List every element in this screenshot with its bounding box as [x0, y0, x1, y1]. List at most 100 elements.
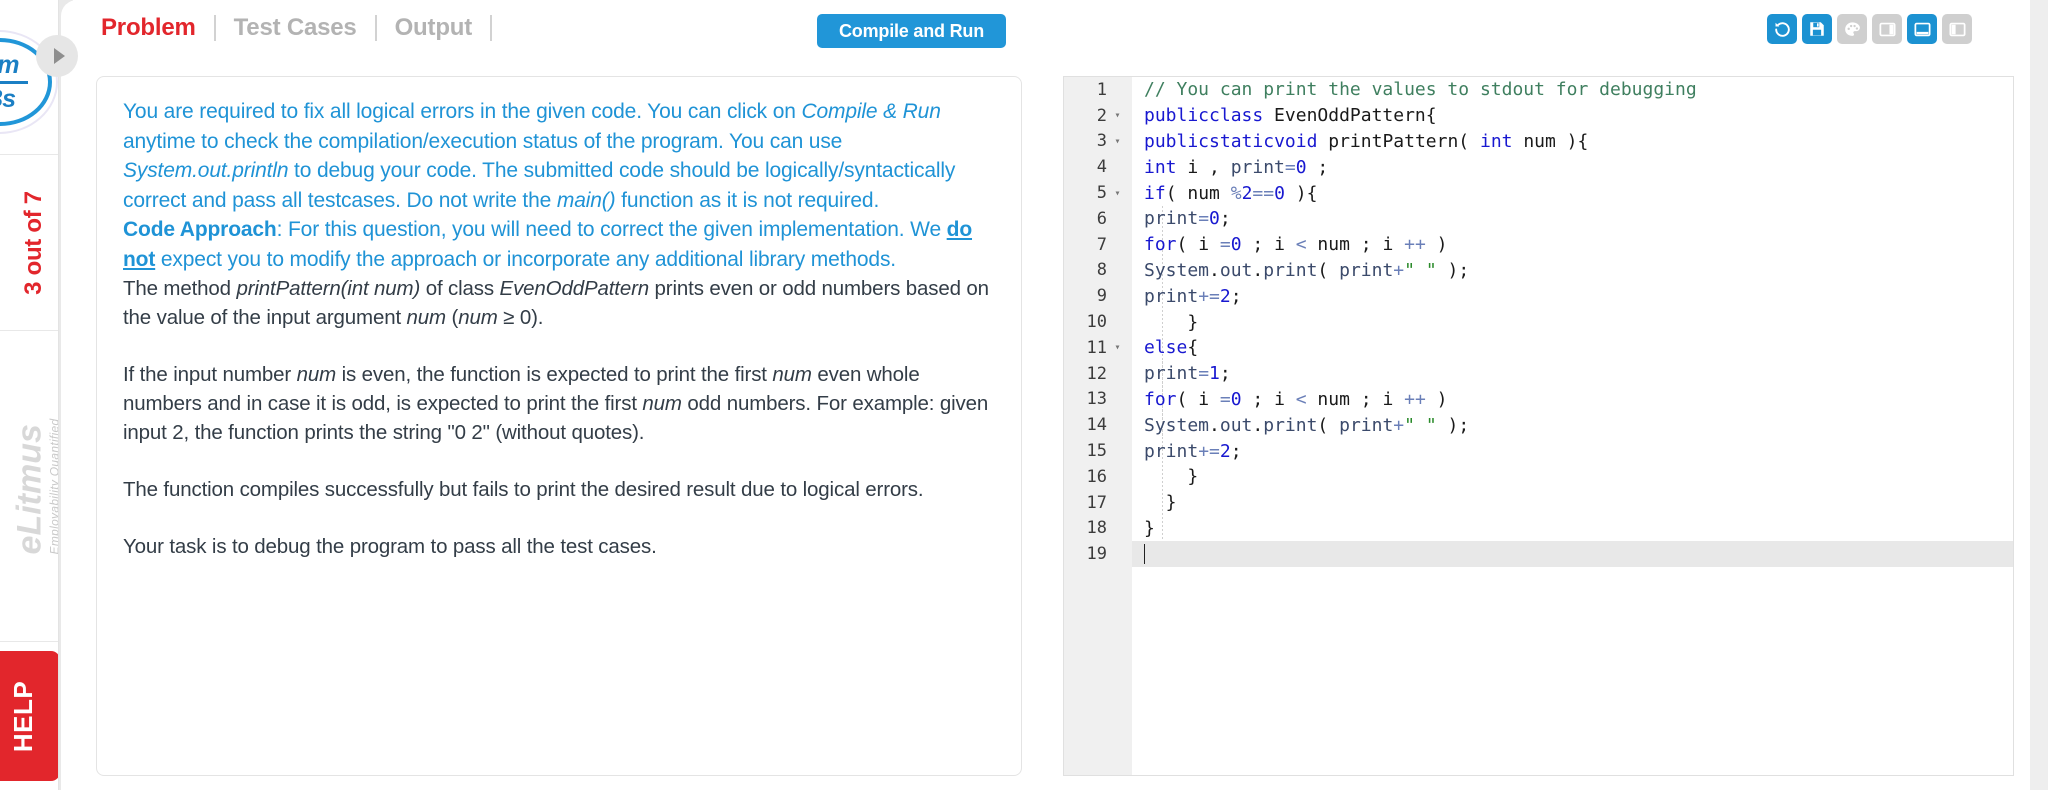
gutter-line-number[interactable]: 10▾: [1064, 309, 1132, 335]
gutter-line-number[interactable]: 14▾: [1064, 412, 1132, 438]
logo-line-2: Bs: [0, 84, 16, 113]
code-line[interactable]: }: [1132, 516, 2013, 542]
brand-logo[interactable]: Vm Bs: [0, 0, 58, 155]
code-line[interactable]: int i , print = 0 ;: [1132, 154, 2013, 180]
gutter-line-number[interactable]: 6▾: [1064, 206, 1132, 232]
gutter-line-number[interactable]: 18▾: [1064, 516, 1132, 542]
gutter-line-number[interactable]: 19▾: [1064, 541, 1132, 567]
code-approach-paragraph: Code Approach: For this question, you wi…: [123, 215, 995, 274]
gutter-line-number[interactable]: 16▾: [1064, 464, 1132, 490]
code-line[interactable]: }: [1132, 490, 2013, 516]
code-line[interactable]: }: [1132, 464, 2013, 490]
approach-text-2: expect you to modify the approach or inc…: [155, 247, 896, 271]
logo-line-1: Vm: [0, 52, 19, 78]
editor-code-area[interactable]: // You can print the values to stdout fo…: [1132, 77, 2013, 775]
intro-emphasis-main: main(): [556, 188, 616, 212]
page-scrollbar[interactable]: [2030, 0, 2048, 790]
code-approach-label: Code Approach: [123, 218, 277, 241]
gutter-line-number[interactable]: 2 ▾: [1064, 103, 1132, 129]
gutter-line-number[interactable]: 13▾: [1064, 387, 1132, 413]
code-editor-panel[interactable]: 1▾2▾3▾4▾5▾6▾7▾8▾9▾10▾11▾12▾13▾14▾15▾16▾1…: [1063, 76, 2014, 776]
editor-toolbar: [1767, 14, 1972, 44]
logo-divider: [0, 80, 28, 84]
behaviour-num-3: num: [642, 392, 682, 415]
fold-arrow-icon[interactable]: ▾: [1111, 342, 1124, 353]
gutter-line-number[interactable]: 9▾: [1064, 283, 1132, 309]
help-button[interactable]: HELP: [0, 651, 58, 781]
editor-gutter[interactable]: 1▾2▾3▾4▾5▾6▾7▾8▾9▾10▾11▾12▾13▾14▾15▾16▾1…: [1064, 77, 1132, 775]
reset-icon[interactable]: [1767, 14, 1797, 44]
layout-right-icon[interactable]: [1872, 14, 1902, 44]
top-bar: Problem Test Cases Output Compile and Ru…: [73, 0, 2048, 62]
help-section: HELP: [0, 643, 58, 790]
gutter-line-number[interactable]: 3 ▾: [1064, 129, 1132, 155]
code-line[interactable]: for( i = 0 ; i < num ; i ++ ): [1132, 232, 2013, 258]
method-text-4: (: [445, 306, 459, 329]
code-line[interactable]: if( num % 2 == 0 ){: [1132, 180, 2013, 206]
intro-emphasis-println: System.out.println: [123, 159, 289, 182]
palette-icon[interactable]: [1837, 14, 1867, 44]
help-button-label: HELP: [8, 680, 39, 752]
compile-and-run-button[interactable]: Compile and Run: [817, 14, 1006, 48]
fold-arrow-icon[interactable]: ▾: [1111, 188, 1124, 199]
intro-emphasis-compile-run: Compile & Run: [801, 100, 941, 123]
code-line[interactable]: [1132, 541, 2013, 568]
text-cursor: [1144, 544, 1145, 565]
gutter-line-number[interactable]: 4▾: [1064, 154, 1132, 180]
behaviour-num-1: num: [296, 363, 337, 386]
gutter-line-number[interactable]: 11 ▾: [1064, 335, 1132, 361]
fold-arrow-icon[interactable]: ▾: [1111, 136, 1124, 147]
gutter-line-number[interactable]: 8▾: [1064, 258, 1132, 284]
param-num-2: num: [458, 306, 498, 329]
code-line[interactable]: public class EvenOddPattern{: [1132, 103, 2013, 129]
gutter-line-number[interactable]: 1▾: [1064, 77, 1132, 103]
brand-watermark: eLitmus Employability Quantified: [0, 332, 59, 642]
layout-left-icon[interactable]: [1942, 14, 1972, 44]
method-description-paragraph: The method printPattern(int num) of clas…: [123, 274, 995, 332]
code-line[interactable]: for( i = 0 ; i < num ; i ++ ): [1132, 387, 2013, 413]
method-text-2: of class: [420, 277, 500, 300]
code-line[interactable]: }: [1132, 309, 2013, 335]
behaviour-paragraph: If the input number num is even, the fun…: [123, 360, 995, 447]
code-line[interactable]: System. out. print( print + " " );: [1132, 258, 2013, 284]
gutter-line-number[interactable]: 15▾: [1064, 438, 1132, 464]
tab-output[interactable]: Output: [377, 14, 490, 42]
gutter-line-number[interactable]: 5 ▾: [1064, 180, 1132, 206]
gutter-line-number[interactable]: 7▾: [1064, 232, 1132, 258]
code-line[interactable]: print = 0;: [1132, 206, 2013, 232]
code-line[interactable]: public static void printPattern( int num…: [1132, 129, 2013, 155]
code-line[interactable]: // You can print the values to stdout fo…: [1132, 77, 2013, 103]
task-paragraph: Your task is to debug the program to pas…: [123, 535, 657, 558]
failure-paragraph: The function compiles successfully but f…: [123, 478, 924, 501]
watermark-title: eLitmus: [10, 424, 48, 555]
progress-indicator: 3 out of 7: [0, 156, 58, 331]
sidebar-collapse-toggle[interactable]: [36, 35, 78, 77]
class-name: EvenOddPattern: [499, 277, 650, 300]
problem-intro-paragraph: You are required to fix all logical erro…: [123, 97, 995, 215]
tab-separator: [490, 15, 493, 41]
code-line[interactable]: System. out. print( print + " " );: [1132, 412, 2013, 438]
method-text-5: ≥ 0).: [497, 306, 544, 329]
intro-text-1: You are required to fix all logical erro…: [123, 100, 802, 123]
param-num-1: num: [406, 306, 447, 329]
layout-bottom-icon[interactable]: [1907, 14, 1937, 44]
app-root: Vm Bs 3 out of 7 eLitmus Employability Q…: [0, 0, 2048, 790]
gutter-line-number[interactable]: 12▾: [1064, 361, 1132, 387]
problem-statement-panel: You are required to fix all logical erro…: [96, 76, 1022, 776]
code-line[interactable]: else{: [1132, 335, 2013, 361]
code-line[interactable]: print += 2;: [1132, 283, 2013, 309]
code-line[interactable]: print = 1;: [1132, 361, 2013, 387]
watermark-tagline: Employability Quantified: [47, 418, 59, 555]
progress-label: 3 out of 7: [19, 191, 47, 295]
behaviour-text-1: If the input number: [123, 363, 297, 386]
save-icon[interactable]: [1802, 14, 1832, 44]
gutter-line-number[interactable]: 17▾: [1064, 490, 1132, 516]
left-sidebar: Vm Bs 3 out of 7 eLitmus Employability Q…: [0, 0, 59, 790]
tab-test-cases[interactable]: Test Cases: [216, 14, 375, 42]
fold-arrow-icon[interactable]: ▾: [1111, 110, 1124, 121]
tab-bar: Problem Test Cases Output: [83, 14, 493, 42]
tab-problem[interactable]: Problem: [83, 14, 214, 42]
code-line[interactable]: print += 2;: [1132, 438, 2013, 464]
